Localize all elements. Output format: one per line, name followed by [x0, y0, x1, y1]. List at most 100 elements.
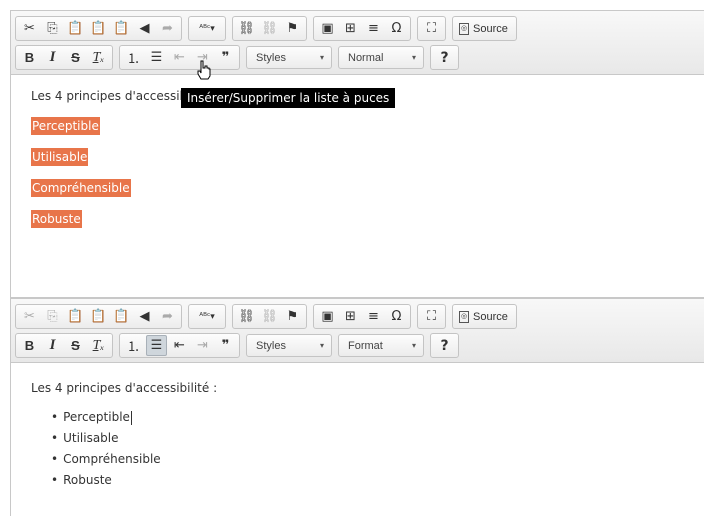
bold-button[interactable]: B: [19, 335, 40, 356]
bold-button[interactable]: B: [19, 47, 40, 68]
table-icon[interactable]: ⊞: [340, 306, 361, 327]
help-group: ?: [430, 333, 459, 358]
styles-combo[interactable]: Styles ▾: [246, 334, 332, 357]
format-label: Format: [348, 339, 383, 352]
editor-toolbar: ✂ ⎘ 📋 📋 📋 ◀ ➦ ᴬᴮᶜ▾ ⛓ ⛓ ⚑ ▣ ⊞ ≡ Ω ⛶ ◎ Sou…: [11, 11, 704, 75]
table-icon[interactable]: ⊞: [340, 18, 361, 39]
list-item-text: Perceptible: [63, 410, 130, 424]
chevron-down-icon: ▾: [319, 341, 324, 350]
list-group: ⒈ ☰ ⇤ ⇥ ❞: [119, 333, 240, 358]
unlink-icon[interactable]: ⛓: [259, 306, 280, 327]
special-char-icon[interactable]: Ω: [386, 306, 407, 327]
horizontal-rule-icon[interactable]: ≡: [363, 18, 384, 39]
source-group: ◎ Source: [452, 16, 517, 41]
insert-group: ▣ ⊞ ≡ Ω: [313, 304, 411, 329]
remove-format-button[interactable]: Tₓ: [88, 335, 109, 356]
basicstyles-group: B I S Tₓ: [15, 45, 113, 70]
text-caret: [130, 410, 132, 425]
chevron-down-icon: ▾: [411, 53, 416, 62]
spellcheck-group: ᴬᴮᶜ▾: [188, 304, 226, 329]
cut-icon[interactable]: ✂: [19, 306, 40, 327]
blockquote-icon[interactable]: ❞: [215, 335, 236, 356]
maximize-icon[interactable]: ⛶: [421, 306, 442, 327]
links-group: ⛓ ⛓ ⚑: [232, 16, 307, 41]
unlink-icon[interactable]: ⛓: [259, 18, 280, 39]
paste-text-icon[interactable]: 📋: [88, 306, 109, 327]
chevron-down-icon: ▾: [411, 341, 416, 350]
bulleted-list-icon[interactable]: ☰: [146, 47, 167, 68]
source-label: Source: [473, 22, 508, 35]
editor-content[interactable]: Les 4 principes d'accessibilité : Percep…: [11, 363, 704, 491]
format-combo[interactable]: Normal ▾: [338, 46, 424, 69]
redo-icon[interactable]: ➦: [157, 18, 178, 39]
editor-toolbar: ✂ ⎘ 📋 📋 📋 ◀ ➦ ᴬᴮᶜ▾ ⛓ ⛓ ⚑ ▣ ⊞ ≡ Ω ⛶ ◎ Sou…: [11, 299, 704, 363]
list-item: Compréhensible: [31, 179, 131, 197]
numbered-list-icon[interactable]: ⒈: [123, 335, 144, 356]
paste-icon[interactable]: 📋: [65, 306, 86, 327]
horizontal-rule-icon[interactable]: ≡: [363, 306, 384, 327]
undo-icon[interactable]: ◀: [134, 306, 155, 327]
paste-word-icon[interactable]: 📋: [111, 306, 132, 327]
spellcheck-icon[interactable]: ᴬᴮᶜ▾: [192, 306, 222, 327]
source-group: ◎ Source: [452, 304, 517, 329]
anchor-icon[interactable]: ⚑: [282, 306, 303, 327]
paste-word-icon[interactable]: 📋: [111, 18, 132, 39]
toolbar-row-1: ✂ ⎘ 📋 📋 📋 ◀ ➦ ᴬᴮᶜ▾ ⛓ ⛓ ⚑ ▣ ⊞ ≡ Ω ⛶ ◎ Sou…: [15, 14, 700, 43]
paste-text-icon[interactable]: 📋: [88, 18, 109, 39]
spellcheck-icon[interactable]: ᴬᴮᶜ▾: [192, 18, 222, 39]
editor-before: ✂ ⎘ 📋 📋 📋 ◀ ➦ ᴬᴮᶜ▾ ⛓ ⛓ ⚑ ▣ ⊞ ≡ Ω ⛶ ◎ Sou…: [10, 10, 704, 298]
bulleted-list-icon[interactable]: ☰: [146, 335, 167, 356]
copy-icon[interactable]: ⎘: [42, 306, 63, 327]
format-label: Normal: [348, 51, 384, 64]
spellcheck-group: ᴬᴮᶜ▾: [188, 16, 226, 41]
blockquote-icon[interactable]: ❞: [215, 47, 236, 68]
styles-combo[interactable]: Styles ▾: [246, 46, 332, 69]
link-icon[interactable]: ⛓: [236, 18, 257, 39]
remove-format-button[interactable]: Tₓ: [88, 47, 109, 68]
link-icon[interactable]: ⛓: [236, 306, 257, 327]
image-icon[interactable]: ▣: [317, 18, 338, 39]
help-group: ?: [430, 45, 459, 70]
list-item-text: Utilisable: [63, 431, 119, 445]
list-group: ⒈ ☰ ⇤ ⇥ ❞: [119, 45, 240, 70]
italic-button[interactable]: I: [42, 335, 63, 356]
help-button[interactable]: ?: [434, 335, 455, 356]
list-item: Compréhensible: [51, 449, 704, 470]
tooltip: Insérer/Supprimer la liste à puces: [181, 88, 396, 108]
basicstyles-group: B I S Tₓ: [15, 333, 113, 358]
special-char-icon[interactable]: Ω: [386, 18, 407, 39]
list-item: Utilisable: [51, 428, 704, 449]
list-item: Utilisable: [31, 148, 89, 166]
content-heading: Les 4 principes d'accessibilité :: [31, 381, 218, 395]
chevron-down-icon: ▾: [319, 53, 324, 62]
clipboard-group: ✂ ⎘ 📋 📋 📋 ◀ ➦: [15, 16, 182, 41]
source-doc-icon: ◎: [459, 310, 469, 323]
help-button[interactable]: ?: [434, 47, 455, 68]
undo-icon[interactable]: ◀: [134, 18, 155, 39]
source-button[interactable]: ◎ Source: [455, 306, 514, 327]
italic-button[interactable]: I: [42, 47, 63, 68]
clipboard-group: ✂ ⎘ 📋 📋 📋 ◀ ➦: [15, 304, 182, 329]
source-button[interactable]: ◎ Source: [455, 18, 514, 39]
strike-button[interactable]: S: [65, 335, 86, 356]
outdent-icon[interactable]: ⇤: [169, 47, 190, 68]
toolbar-row-2: B I S Tₓ ⒈ ☰ ⇤ ⇥ ❞ Styles ▾ Format ▾ ?: [15, 331, 700, 360]
bulleted-list: Perceptible Utilisable Compréhensible Ro…: [31, 407, 704, 491]
format-combo[interactable]: Format ▾: [338, 334, 424, 357]
copy-icon[interactable]: ⎘: [42, 18, 63, 39]
maximize-icon[interactable]: ⛶: [421, 18, 442, 39]
anchor-icon[interactable]: ⚑: [282, 18, 303, 39]
paste-icon[interactable]: 📋: [65, 18, 86, 39]
cut-icon[interactable]: ✂: [19, 18, 40, 39]
indent-icon[interactable]: ⇥: [192, 335, 213, 356]
styles-label: Styles: [256, 51, 286, 64]
toolbar-row-1: ✂ ⎘ 📋 📋 📋 ◀ ➦ ᴬᴮᶜ▾ ⛓ ⛓ ⚑ ▣ ⊞ ≡ Ω ⛶ ◎ Sou…: [15, 302, 700, 331]
styles-label: Styles: [256, 339, 286, 352]
image-icon[interactable]: ▣: [317, 306, 338, 327]
outdent-icon[interactable]: ⇤: [169, 335, 190, 356]
list-item: Robuste: [31, 210, 82, 228]
redo-icon[interactable]: ➦: [157, 306, 178, 327]
hand-cursor-icon: [197, 60, 211, 80]
numbered-list-icon[interactable]: ⒈: [123, 47, 144, 68]
strike-button[interactable]: S: [65, 47, 86, 68]
